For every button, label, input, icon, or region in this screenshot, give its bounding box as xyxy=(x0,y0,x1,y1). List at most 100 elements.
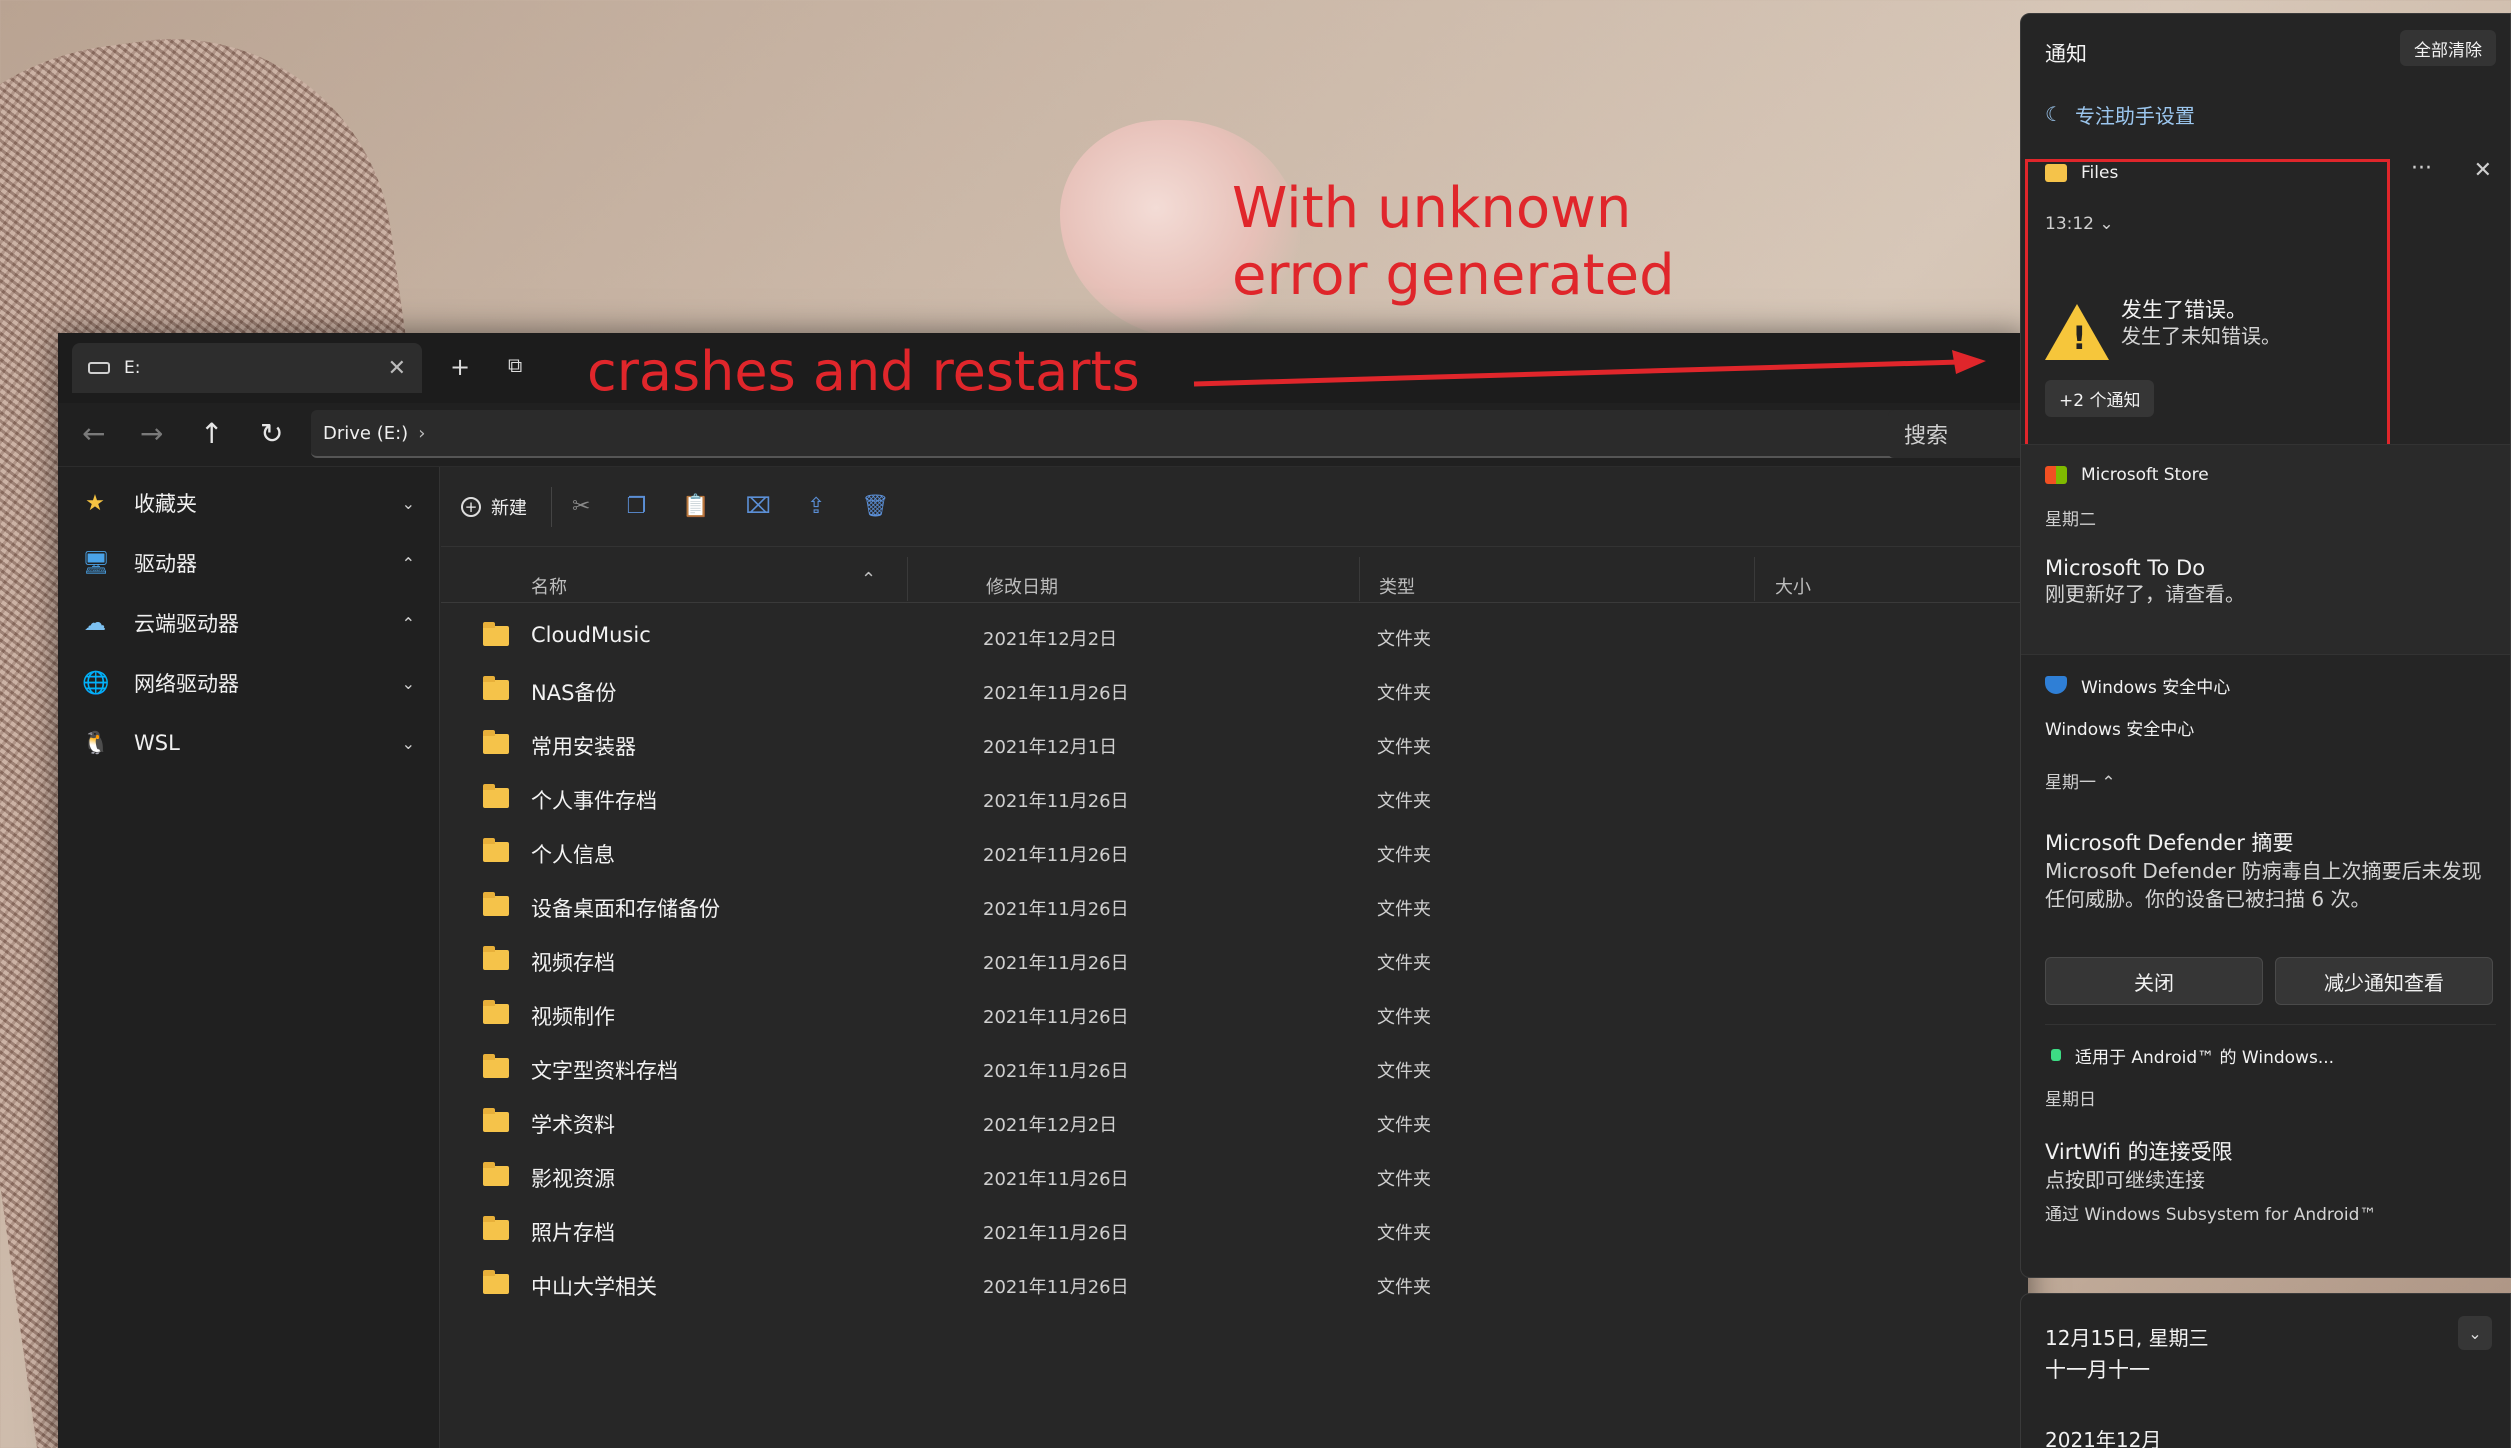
file-date: 2021年11月26日 xyxy=(983,845,1129,866)
wsa-day: 星期日 xyxy=(2045,1090,2096,1110)
delete-icon[interactable]: 🗑 xyxy=(861,494,889,519)
new-button[interactable]: + 新建 xyxy=(461,494,527,520)
share-icon[interactable]: ⇪ xyxy=(807,494,825,519)
wsa-app-name: 适用于 Android™ 的 Windows... xyxy=(2075,1047,2335,1068)
refresh-icon[interactable]: ↻ xyxy=(260,417,283,450)
security-notification[interactable]: Windows 安全中心 Windows 安全中心 星期一 ⌃ Microsof… xyxy=(2021,654,2510,1024)
file-row[interactable]: CloudMusic 2021年12月2日 文件夹 xyxy=(441,609,2001,663)
sidebar-item-label: 网络驱动器 xyxy=(134,672,239,696)
column-name[interactable]: 名称 xyxy=(531,573,567,599)
column-divider[interactable] xyxy=(1359,557,1360,601)
tab-close-icon[interactable]: ✕ xyxy=(388,356,406,381)
collapse-chevron-icon[interactable]: ⌃ xyxy=(2101,773,2115,793)
security-app-name: Windows 安全中心 xyxy=(2081,677,2231,698)
file-name: 学术资料 xyxy=(531,1113,615,1137)
android-icon xyxy=(2051,1049,2061,1061)
file-row[interactable]: 文字型资料存档 2021年11月26日 文件夹 xyxy=(441,1041,2001,1095)
column-size[interactable]: 大小 xyxy=(1775,573,1811,599)
file-row[interactable]: 中山大学相关 2021年11月26日 文件夹 xyxy=(441,1257,2001,1311)
file-date: 2021年11月26日 xyxy=(983,1007,1129,1028)
file-type: 文件夹 xyxy=(1377,791,1431,812)
up-icon[interactable]: ↑ xyxy=(200,417,223,450)
chevron-icon[interactable]: ⌃ xyxy=(402,614,415,633)
folder-icon xyxy=(483,622,509,646)
folder-icon xyxy=(483,892,509,916)
sidebar-item[interactable]: 🖥 驱动器 ⌃ xyxy=(58,533,439,593)
folder-icon xyxy=(483,676,509,700)
sort-ascending-icon[interactable]: ⌃ xyxy=(861,569,876,590)
paste-icon[interactable]: 📋 xyxy=(682,494,709,519)
file-name: 个人信息 xyxy=(531,843,615,867)
file-date: 2021年11月26日 xyxy=(983,899,1129,920)
sidebar-item-label: 驱动器 xyxy=(134,552,197,576)
sidebar-item[interactable]: 🌐 网络驱动器 ⌄ xyxy=(58,653,439,713)
notification-header: 通知 全部清除 xyxy=(2021,14,2510,84)
back-icon[interactable]: ← xyxy=(82,417,105,450)
file-name: NAS备份 xyxy=(531,681,617,705)
file-row[interactable]: 个人信息 2021年11月26日 文件夹 xyxy=(441,825,2001,879)
files-app-window: E: ✕ + ⧉ ← → ↑ ↻ Drive (E:) › 搜索 ★ 收藏夹 ⌄ 🖥 驱… xyxy=(58,333,2088,1448)
sidebar-item[interactable]: 🐧 WSL ⌄ xyxy=(58,713,439,773)
column-modified[interactable]: 修改日期 xyxy=(986,573,1058,599)
toolbar: + 新建 ✂ ❐ 📋 ⌧ ⇪ 🗑 xyxy=(441,467,2028,547)
chevron-icon[interactable]: ⌄ xyxy=(402,494,415,513)
file-date: 2021年12月2日 xyxy=(983,629,1118,650)
annotation-arrow xyxy=(1193,350,1986,387)
restore-tab-icon[interactable]: ⧉ xyxy=(508,353,522,377)
chevron-icon[interactable]: ⌄ xyxy=(402,734,415,753)
file-row[interactable]: 影视资源 2021年11月26日 文件夹 xyxy=(441,1149,2001,1203)
wsa-notification[interactable]: 适用于 Android™ 的 Windows... 星期日 VirtWifi 的… xyxy=(2045,1024,2496,1244)
folder-icon xyxy=(483,838,509,862)
notification-center: 通知 全部清除 ☾ 专注助手设置 Files ··· ✕ 13:12 ⌄ 发生了… xyxy=(2020,13,2511,1278)
file-row[interactable]: 视频存档 2021年11月26日 文件夹 xyxy=(441,933,2001,987)
file-row[interactable]: 学术资料 2021年12月2日 文件夹 xyxy=(441,1095,2001,1149)
file-row[interactable]: 视频制作 2021年11月26日 文件夹 xyxy=(441,987,2001,1041)
wsa-title: VirtWifi 的连接受限 xyxy=(2045,1140,2233,1164)
column-divider[interactable] xyxy=(1754,557,1755,601)
monitor-icon: 🖥 xyxy=(82,550,110,576)
wsa-app-row: 适用于 Android™ 的 Windows... xyxy=(2045,1025,2496,1085)
file-row[interactable]: 设备桌面和存储备份 2021年11月26日 文件夹 xyxy=(441,879,2001,933)
annotation-unknown-error: With unknown error generated xyxy=(1232,176,1675,309)
more-options-icon[interactable]: ··· xyxy=(2411,156,2432,181)
column-header: 名称 ⌃ 修改日期 类型 大小 xyxy=(441,547,2028,603)
breadcrumb-chevron-icon[interactable]: › xyxy=(418,423,425,444)
address-bar[interactable]: Drive (E:) › xyxy=(311,410,1936,458)
breadcrumb-drive-e[interactable]: Drive (E:) xyxy=(323,423,408,444)
column-type[interactable]: 类型 xyxy=(1379,573,1415,599)
focus-assist-label: 专注助手设置 xyxy=(2074,103,2195,128)
calendar-month[interactable]: 2021年12月 xyxy=(2045,1424,2161,1448)
file-row[interactable]: 常用安装器 2021年12月1日 文件夹 xyxy=(441,717,2001,771)
file-row[interactable]: NAS备份 2021年11月26日 文件夹 xyxy=(441,663,2001,717)
forward-icon[interactable]: → xyxy=(140,417,163,450)
dismiss-icon[interactable]: ✕ xyxy=(2474,158,2492,183)
chevron-icon[interactable]: ⌃ xyxy=(402,554,415,573)
file-date: 2021年11月26日 xyxy=(983,953,1129,974)
close-button[interactable]: 关闭 xyxy=(2045,957,2263,1005)
sidebar-item[interactable]: ☁ 云端驱动器 ⌃ xyxy=(58,593,439,653)
file-type: 文件夹 xyxy=(1377,899,1431,920)
notification-title: 通知 xyxy=(2045,42,2087,66)
focus-assist-link[interactable]: ☾ 专注助手设置 xyxy=(2021,84,2510,144)
calendar-expand-icon[interactable]: ⌄ xyxy=(2458,1316,2492,1350)
store-notification[interactable]: Microsoft Store 星期二 Microsoft To Do 刚更新好… xyxy=(2021,444,2510,654)
file-row[interactable]: 照片存档 2021年11月26日 文件夹 xyxy=(441,1203,2001,1257)
new-tab-button[interactable]: + xyxy=(450,353,470,381)
reduce-notifications-button[interactable]: 减少通知查看 xyxy=(2275,957,2493,1005)
sidebar-item[interactable]: ★ 收藏夹 ⌄ xyxy=(58,473,439,533)
file-date: 2021年11月26日 xyxy=(983,1223,1129,1244)
cut-icon[interactable]: ✂ xyxy=(572,494,590,519)
folder-icon xyxy=(483,1162,509,1186)
clear-all-button[interactable]: 全部清除 xyxy=(2400,30,2496,66)
file-row[interactable]: 个人事件存档 2021年11月26日 文件夹 xyxy=(441,771,2001,825)
column-divider[interactable] xyxy=(907,557,908,601)
folder-icon xyxy=(483,946,509,970)
rename-icon[interactable]: ⌧ xyxy=(746,494,771,519)
warning-exclamation: ! xyxy=(2072,319,2087,357)
chevron-icon[interactable]: ⌄ xyxy=(402,674,415,693)
security-day-row[interactable]: 星期一 ⌃ xyxy=(2021,768,2510,793)
copy-icon[interactable]: ❐ xyxy=(626,494,646,519)
network-icon: 🌐 xyxy=(82,670,110,696)
tab-drive-e[interactable]: E: ✕ xyxy=(72,343,422,393)
file-date: 2021年11月26日 xyxy=(983,791,1129,812)
